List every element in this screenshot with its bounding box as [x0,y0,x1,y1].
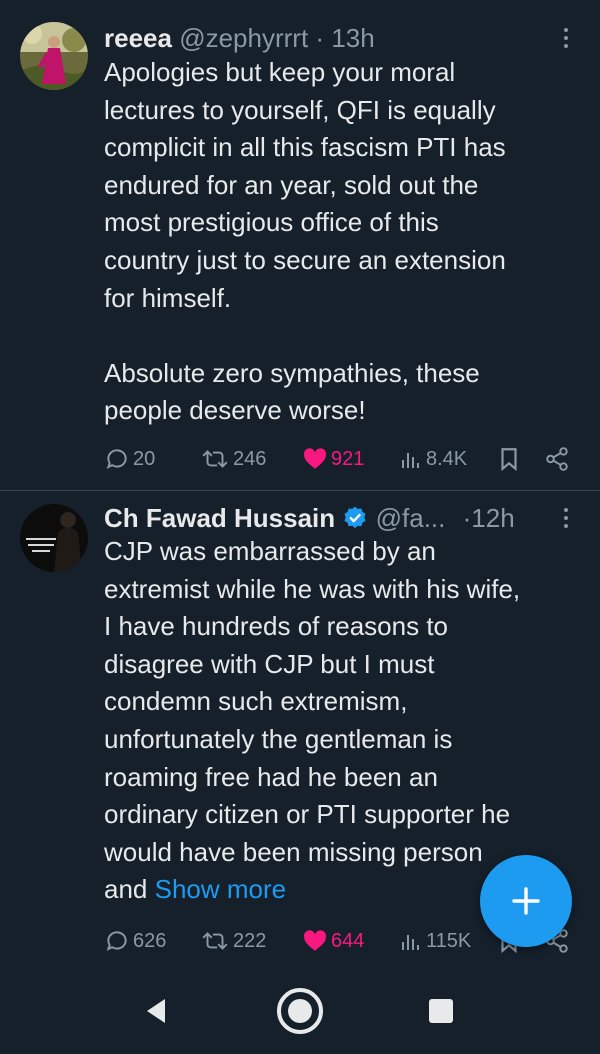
repost-icon [202,932,228,950]
display-name[interactable]: reeea [104,23,172,53]
bookmark-icon [501,448,517,472]
reply-button[interactable]: 20 [104,441,155,477]
repost-button[interactable]: 246 [200,441,266,477]
system-navigation-bar [0,968,600,1054]
reply-button[interactable]: 626 [104,923,166,959]
repost-icon [202,450,228,468]
home-button[interactable] [275,986,325,1036]
views-button[interactable]: 8.4K [399,441,467,477]
reply-count: 626 [133,929,167,952]
repost-count: 222 [233,929,267,952]
back-icon [147,999,165,1023]
views-icon [402,453,419,468]
share-icon [546,447,568,471]
reply-count: 20 [133,447,156,470]
tweet-text-content: CJP was embarrassed by an extremist whil… [104,536,521,905]
views-count: 115K [426,929,472,952]
tweet-actions: 20 246 921 8.4K [104,441,580,477]
avatar[interactable] [20,504,88,572]
home-icon [277,988,323,1034]
back-button[interactable] [131,986,181,1036]
tweet[interactable]: reeea @zephyrrrt · 13h Apologies but kee… [0,0,600,490]
tweet-text: Apologies but keep your moral lectures t… [104,57,506,426]
views-count: 8.4K [426,447,468,470]
more-icon[interactable] [554,500,578,536]
heart-icon [304,448,327,469]
tweet-header: reeea @zephyrrrt · 13h [104,20,540,56]
reply-icon [106,931,127,952]
like-button[interactable]: 644 [302,923,364,959]
plus-icon [512,887,540,915]
verified-badge-icon [344,506,366,529]
bookmark-button[interactable] [498,441,520,477]
views-button[interactable]: 115K [399,923,471,959]
reply-icon [106,449,127,470]
timeline: reeea @zephyrrrt · 13h Apologies but kee… [0,0,600,968]
repost-button[interactable]: 222 [200,923,266,959]
compose-button[interactable] [480,855,572,947]
recents-icon [429,999,453,1023]
recents-button[interactable] [416,986,466,1036]
repost-count: 246 [233,447,267,470]
avatar[interactable] [20,22,88,90]
separator: · [315,23,325,53]
display-name[interactable]: Ch Fawad Hussain [104,503,335,533]
timestamp[interactable]: 13h [331,23,374,53]
tweet-header: Ch Fawad Hussain @fa... ·12h [104,500,540,536]
like-button[interactable]: 921 [302,441,364,477]
like-count: 921 [331,447,365,470]
like-count: 644 [331,929,365,952]
heart-icon [304,930,327,951]
show-more-link[interactable]: Show more [155,874,287,904]
timestamp[interactable]: 12h [471,503,514,533]
user-handle[interactable]: @zephyrrrt [179,23,308,53]
separator: · [462,503,472,533]
tweet-text: CJP was embarrassed by an extremist whil… [104,533,584,909]
views-icon [402,935,419,950]
share-button[interactable] [544,441,570,477]
user-handle[interactable]: @fa... [376,503,446,533]
more-icon[interactable] [554,20,578,56]
